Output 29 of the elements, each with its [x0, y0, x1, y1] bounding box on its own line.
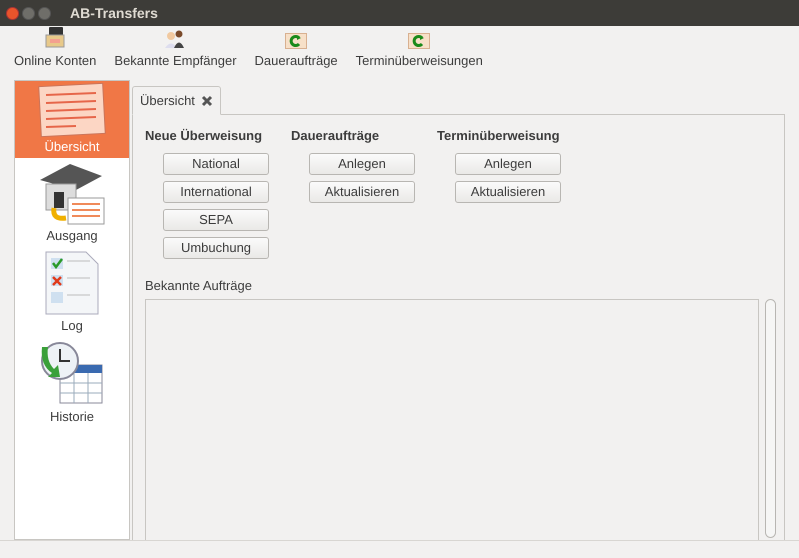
- scrollbar[interactable]: [765, 299, 776, 538]
- minimize-button[interactable]: [22, 6, 35, 20]
- action-button[interactable]: Umbuchung: [163, 236, 269, 258]
- toolbar-button[interactable]: Bekannte Empfänger: [110, 28, 241, 70]
- toolbar-button[interactable]: Terminüberweisungen: [352, 32, 487, 70]
- action-button[interactable]: Aktualisieren: [309, 180, 415, 202]
- people-icon: [164, 28, 186, 48]
- group-heading: Daueraufträge: [291, 127, 380, 145]
- list-label: Bekannte Aufträge: [145, 276, 253, 295]
- refresh-icon: [285, 32, 308, 48]
- close-button[interactable]: [6, 6, 19, 20]
- action-button[interactable]: Anlegen: [455, 152, 561, 174]
- maximize-button[interactable]: [38, 6, 51, 20]
- close-icon[interactable]: [200, 94, 213, 106]
- tab[interactable]: Übersicht: [132, 86, 221, 115]
- group-heading: Neue Überweisung: [145, 127, 264, 145]
- action-button[interactable]: International: [163, 180, 269, 202]
- action-button[interactable]: SEPA: [163, 208, 269, 230]
- toolbar-button[interactable]: Daueraufträge: [250, 32, 342, 70]
- toolbar-button[interactable]: Online Konten: [10, 24, 100, 70]
- sidebar-item[interactable]: Ausgang: [15, 158, 129, 246]
- action-button[interactable]: National: [163, 152, 269, 174]
- refresh-icon: [408, 32, 430, 48]
- group-heading: Terminüberweisung: [437, 127, 561, 145]
- sidebar-item[interactable]: Historie: [15, 336, 129, 427]
- action-button[interactable]: Anlegen: [309, 152, 415, 174]
- action-button[interactable]: Aktualisieren: [455, 180, 561, 202]
- sidebar-item[interactable]: Log: [15, 246, 129, 336]
- window-title: AB-Transfers: [70, 4, 158, 22]
